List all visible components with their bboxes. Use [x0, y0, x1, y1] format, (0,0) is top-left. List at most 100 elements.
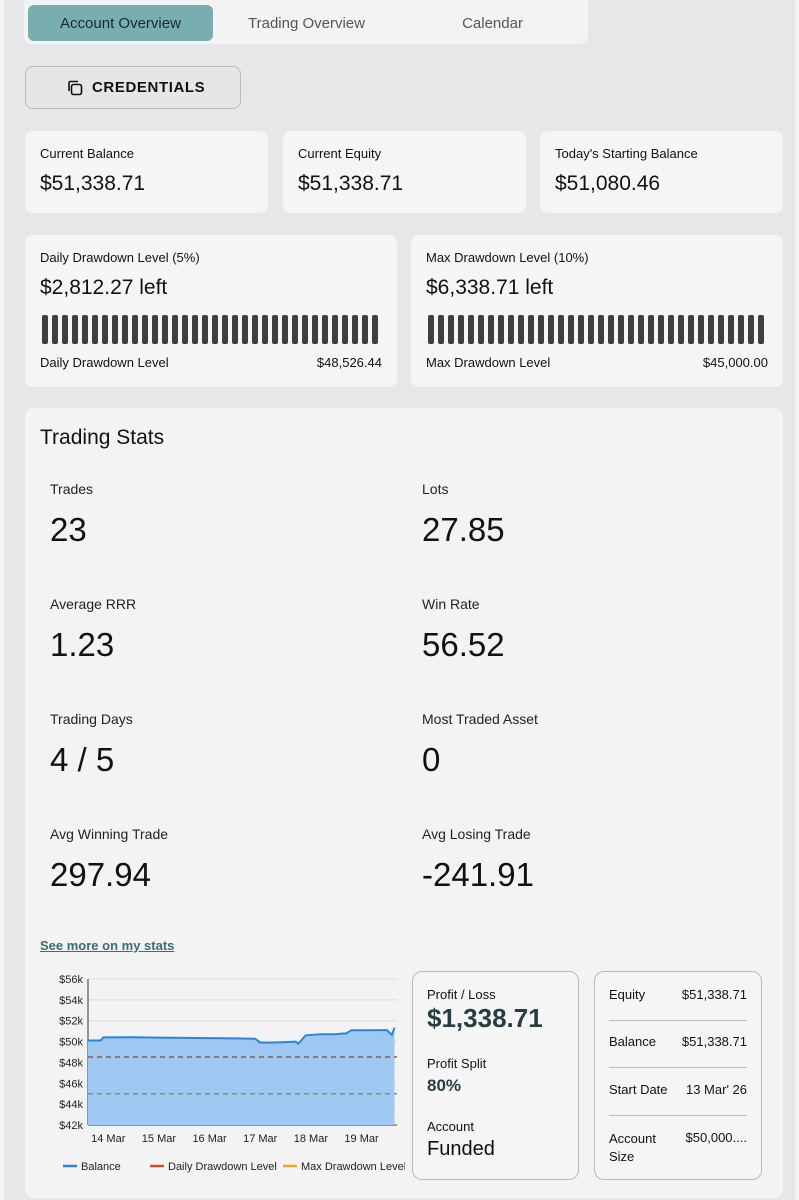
- info-balance-label: Balance: [609, 1034, 656, 1049]
- info-row-equity: Equity $51,338.71: [609, 987, 747, 1002]
- stat-avg-losing-trade-value: -241.91: [422, 856, 534, 893]
- drawdown-bar-segment: [132, 315, 138, 344]
- legend-label: Max Drawdown Level: [301, 1161, 405, 1173]
- x-tick-label: 16 Mar: [192, 1133, 227, 1145]
- drawdown-bar-segment: [342, 315, 348, 344]
- max-drawdown-card: Max Drawdown Level (10%) $6,338.71 left …: [411, 235, 783, 387]
- drawdown-bar-segment: [628, 315, 634, 344]
- legend-label: Balance: [81, 1161, 121, 1173]
- drawdown-bar-segment: [638, 315, 644, 344]
- daily-drawdown-title: Daily Drawdown Level (5%): [40, 250, 200, 265]
- y-tick-label: $52k: [59, 1016, 83, 1028]
- max-drawdown-title: Max Drawdown Level (10%): [426, 250, 589, 265]
- drawdown-bar-segment: [232, 315, 238, 344]
- info-balance-value: $51,338.71: [681, 1034, 747, 1049]
- starting-balance-card: Today's Starting Balance $51,080.46: [540, 131, 783, 213]
- drawdown-bar-segment: [758, 315, 764, 344]
- daily-drawdown-level-value: $48,526.44: [316, 355, 382, 370]
- tab-trading-overview[interactable]: Trading Overview: [214, 5, 399, 41]
- divider: [609, 1067, 747, 1068]
- current-equity-value: $51,338.71: [298, 172, 404, 195]
- stat-lots-label: Lots: [422, 481, 449, 497]
- x-tick-label: 15 Mar: [142, 1133, 177, 1145]
- trading-stats-title: Trading Stats: [40, 426, 165, 449]
- drawdown-bar-segment: [182, 315, 188, 344]
- drawdown-bar-segment: [82, 315, 88, 344]
- tab-account-overview[interactable]: Account Overview: [28, 5, 213, 41]
- daily-drawdown-bar: [42, 315, 378, 344]
- stat-average-rrr-label: Average RRR: [50, 596, 137, 612]
- drawdown-bar-segment: [42, 315, 48, 344]
- drawdown-bar-segment: [322, 315, 328, 344]
- drawdown-bar-segment: [588, 315, 594, 344]
- starting-balance-label: Today's Starting Balance: [555, 146, 698, 161]
- copy-icon: [68, 80, 83, 96]
- account-info-card: Equity $51,338.71 Balance $51,338.71 Sta…: [594, 971, 762, 1180]
- stat-trades-value: 23: [50, 511, 87, 548]
- drawdown-bar-segment: [352, 315, 358, 344]
- drawdown-bar-segment: [648, 315, 654, 344]
- info-equity-value: $51,338.71: [681, 987, 747, 1002]
- legend-label: Daily Drawdown Level: [168, 1161, 277, 1173]
- drawdown-bar-segment: [688, 315, 694, 344]
- drawdown-bar-segment: [668, 315, 674, 344]
- y-tick-label: $44k: [59, 1099, 83, 1111]
- drawdown-bar-segment: [478, 315, 484, 344]
- drawdown-bar-segment: [102, 315, 108, 344]
- drawdown-bar-segment: [222, 315, 228, 344]
- profit-split-label: Profit Split: [427, 1056, 487, 1071]
- drawdown-bar-segment: [738, 315, 744, 344]
- current-balance-value: $51,338.71: [40, 172, 146, 195]
- stat-trades-label: Trades: [50, 481, 94, 497]
- drawdown-bar-segment: [578, 315, 584, 344]
- see-more-stats-link[interactable]: See more on my stats: [40, 938, 174, 953]
- profit-loss-value: $1,338.71: [427, 1003, 543, 1033]
- drawdown-bar-segment: [698, 315, 704, 344]
- drawdown-bar-segment: [708, 315, 714, 344]
- y-tick-label: $42k: [59, 1120, 83, 1132]
- current-equity-card: Current Equity $51,338.71: [283, 131, 526, 213]
- drawdown-bar-segment: [252, 315, 258, 344]
- y-tick-label: $46k: [59, 1078, 83, 1090]
- account-status-value: Funded: [427, 1138, 495, 1160]
- drawdown-bar-segment: [212, 315, 218, 344]
- divider: [609, 1020, 747, 1021]
- max-drawdown-level-value: $45,000.00: [702, 355, 768, 370]
- drawdown-bar-segment: [498, 315, 504, 344]
- drawdown-bar-segment: [598, 315, 604, 344]
- stat-win-rate-label: Win Rate: [422, 596, 480, 612]
- stat-average-rrr-value: 1.23: [50, 626, 115, 663]
- daily-drawdown-left: $2,812.27 left: [40, 276, 168, 299]
- credentials-button[interactable]: CREDENTIALS: [25, 66, 241, 109]
- drawdown-bar-segment: [332, 315, 338, 344]
- drawdown-bar-segment: [52, 315, 58, 344]
- drawdown-bar-segment: [72, 315, 78, 344]
- balance-chart: $56k $54k $52k $50k $48k $46k $44k $42k 14 Mar 15…: [59, 974, 405, 1173]
- stat-most-traded-asset-label: Most Traded Asset: [422, 711, 538, 727]
- drawdown-bar-segment: [202, 315, 208, 344]
- drawdown-bar-segment: [448, 315, 454, 344]
- tab-calendar[interactable]: Calendar: [400, 5, 585, 41]
- stat-most-traded-asset-value: 0: [422, 741, 441, 778]
- drawdown-bar-segment: [728, 315, 734, 344]
- stat-win-rate-value: 56.52: [422, 626, 505, 663]
- frame-left-edge: [0, 0, 4, 1200]
- drawdown-bar-segment: [468, 315, 474, 344]
- current-balance-label: Current Balance: [40, 146, 134, 161]
- drawdown-bar-segment: [518, 315, 524, 344]
- drawdown-bar-segment: [312, 315, 318, 344]
- drawdown-bar-segment: [618, 315, 624, 344]
- drawdown-bar-segment: [558, 315, 564, 344]
- max-drawdown-bar: [428, 315, 764, 344]
- drawdown-bar-segment: [292, 315, 298, 344]
- max-drawdown-left: $6,338.71 left: [426, 276, 554, 299]
- stat-avg-winning-trade-label: Avg Winning Trade: [50, 826, 169, 842]
- daily-drawdown-card: Daily Drawdown Level (5%) $2,812.27 left…: [25, 235, 397, 387]
- info-row-balance: Balance $51,338.71: [609, 1034, 747, 1049]
- drawdown-bar-segment: [162, 315, 168, 344]
- drawdown-bar-segment: [718, 315, 724, 344]
- profit-loss-card: Profit / Loss $1,338.71 Profit Split 80%…: [412, 971, 579, 1180]
- info-start-date-label: Start Date: [609, 1082, 668, 1097]
- drawdown-bar-segment: [92, 315, 98, 344]
- profit-loss-label: Profit / Loss: [427, 987, 496, 1002]
